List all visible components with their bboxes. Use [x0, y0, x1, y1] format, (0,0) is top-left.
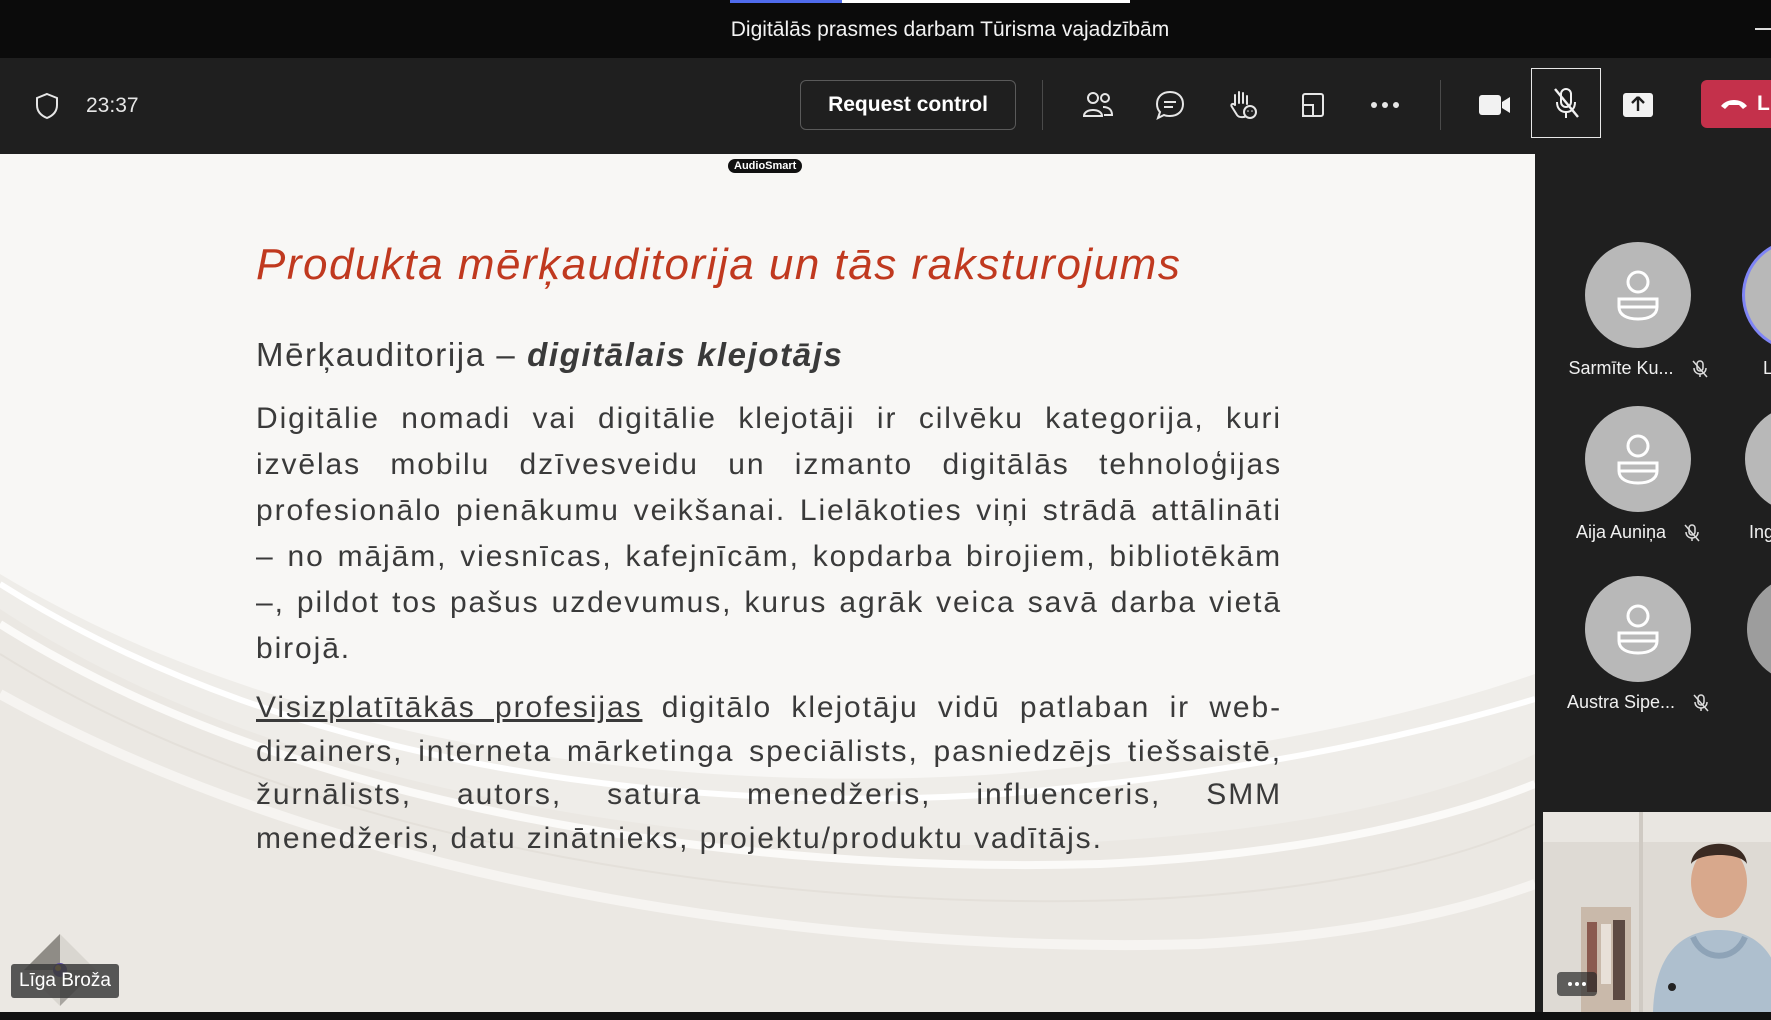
camera-icon[interactable]	[1472, 82, 1518, 128]
mic-muted-icon	[1693, 694, 1709, 712]
subtitle-prefix: Mērķauditorija –	[256, 336, 528, 373]
video-frame	[1543, 812, 1771, 1012]
audiosmart-badge: AudioSmart	[728, 159, 803, 173]
raise-hand-icon[interactable]	[1219, 82, 1265, 128]
participant-tile[interactable]: Austra Sipe...	[1558, 576, 1718, 713]
more-icon[interactable]	[1362, 82, 1408, 128]
meeting-toolbar: 23:37 Request control L	[0, 58, 1771, 154]
avatar	[1585, 242, 1691, 348]
participant-avatar-partial[interactable]	[1745, 406, 1771, 512]
shared-slide: AudioSmart Produkta mērķauditorija un tā…	[0, 154, 1535, 1012]
presenter-name-tag: Līga Broža	[11, 964, 119, 998]
person-icon	[1617, 604, 1659, 655]
title-accent-highlight	[730, 0, 842, 3]
mic-muted-icon	[1691, 360, 1708, 378]
title-bar: Digitālās prasmes darbam Tūrisma vajadzī…	[0, 0, 1771, 58]
leave-button[interactable]: L	[1701, 80, 1771, 128]
participant-name-text: Sarmīte Ku...	[1568, 358, 1674, 378]
minimize-button[interactable]	[1755, 28, 1771, 30]
slide-subtitle: Mērķauditorija – digitālais klejotājs	[256, 336, 843, 374]
slide-title: Produkta mērķauditorija un tās raksturoj…	[256, 240, 1182, 289]
participant-name-text: Austra Sipe...	[1566, 692, 1676, 712]
subtitle-emphasis: digitālais klejotājs	[527, 336, 844, 373]
participant-tile[interactable]: Aija Auniņa	[1558, 406, 1718, 543]
share-icon[interactable]	[1615, 82, 1661, 128]
toolbar-divider	[1042, 80, 1043, 130]
bottom-edge	[0, 1012, 1771, 1020]
professions-link: Visizplatītākās profesijas	[256, 691, 643, 724]
participant-avatar-partial[interactable]	[1745, 242, 1771, 348]
participant-name-partial: Ing	[1749, 522, 1771, 542]
participant-name: Aija Auniņa	[1558, 522, 1718, 543]
request-control-button[interactable]: Request control	[800, 80, 1016, 130]
window-title: Digitālās prasmes darbam Tūrisma vajadzī…	[730, 18, 1170, 41]
participant-name-partial: L	[1763, 358, 1771, 378]
person-icon	[1617, 434, 1659, 485]
participant-name-text: Aija Auniņa	[1575, 522, 1667, 542]
chat-icon[interactable]	[1147, 82, 1193, 128]
participant-tile[interactable]: Sarmīte Ku...	[1558, 242, 1718, 379]
avatar	[1585, 406, 1691, 512]
self-video-preview[interactable]	[1543, 812, 1771, 1012]
people-icon[interactable]	[1075, 82, 1121, 128]
avatar	[1585, 576, 1691, 682]
toolbar-divider	[1440, 80, 1441, 130]
view-icon[interactable]	[1290, 82, 1336, 128]
leave-label: L	[1757, 92, 1770, 115]
mic-muted-icon[interactable]	[1531, 68, 1601, 138]
participant-name: Austra Sipe...	[1558, 692, 1718, 713]
slide-paragraph-2: Visizplatītākās profesijas digitālo klej…	[256, 686, 1282, 860]
slide-paragraph-1: Digitālie nomadi vai digitālie klejotāji…	[256, 402, 1282, 665]
mic-muted-icon	[1684, 524, 1700, 542]
participant-name: Sarmīte Ku...	[1558, 358, 1718, 379]
person-icon	[1617, 270, 1659, 321]
participant-avatar-partial[interactable]	[1747, 576, 1771, 682]
meeting-time: 23:37	[86, 94, 139, 117]
hang-up-icon	[1721, 100, 1747, 109]
shield-icon[interactable]	[34, 92, 60, 120]
